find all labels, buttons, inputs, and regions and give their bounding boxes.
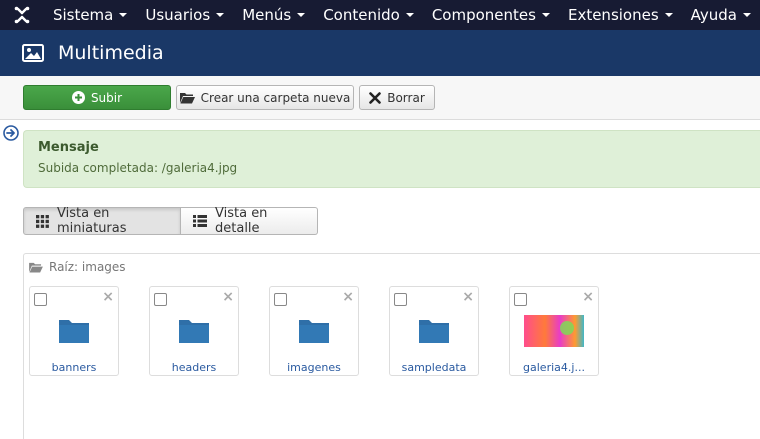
media-item-label[interactable]: banners (30, 361, 118, 374)
main-menu: Sistema Usuarios Menús Contenido Compone… (44, 0, 760, 30)
folder-icon[interactable] (390, 311, 478, 351)
close-icon (369, 91, 382, 104)
media-browser: Raíz: images × banners × headers × image… (23, 253, 760, 439)
toolbar: Subir Crear una carpeta nueva Borrar (0, 76, 760, 120)
delete-icon[interactable]: × (462, 290, 474, 304)
thumbnail-view-button[interactable]: Vista en miniaturas (23, 206, 181, 236)
menu-extensiones[interactable]: Extensiones (559, 0, 682, 30)
delete-icon[interactable]: × (102, 290, 114, 304)
select-checkbox[interactable] (394, 293, 407, 306)
folder-icon[interactable] (270, 311, 358, 351)
menu-sistema[interactable]: Sistema (44, 0, 136, 30)
message-text: Subida completada: /galeria4.jpg (38, 161, 238, 175)
media-item-label[interactable]: headers (150, 361, 238, 374)
media-item[interactable]: × imagenes (269, 286, 359, 376)
breadcrumb: Raíz: images (29, 260, 126, 274)
page-title: Multimedia (58, 42, 164, 64)
caret-down-icon (664, 13, 673, 17)
folder-open-icon (29, 262, 43, 273)
image-preview (524, 315, 584, 347)
image-thumbnail[interactable] (510, 311, 598, 351)
top-navbar: Sistema Usuarios Menús Contenido Compone… (0, 0, 760, 30)
media-item-label[interactable]: imagenes (270, 361, 358, 374)
folder-icon[interactable] (30, 311, 118, 351)
menu-componentes[interactable]: Componentes (423, 0, 559, 30)
caret-down-icon (743, 13, 751, 17)
detail-view-button[interactable]: Vista en detalle (181, 206, 318, 236)
menu-ayuda[interactable]: Ayuda (682, 0, 760, 30)
sidebar-toggle-icon[interactable] (3, 125, 19, 141)
delete-button[interactable]: Borrar (359, 85, 435, 110)
media-item[interactable]: × galeria4.j... (509, 286, 599, 376)
message-heading: Mensaje (38, 140, 99, 155)
select-checkbox[interactable] (274, 293, 287, 306)
list-icon (193, 215, 207, 227)
plus-circle-icon (71, 91, 85, 104)
grid-icon (36, 214, 49, 228)
media-item[interactable]: × headers (149, 286, 239, 376)
menu-usuarios[interactable]: Usuarios (136, 0, 233, 30)
menu-menus[interactable]: Menús (233, 0, 314, 30)
image-icon (22, 44, 44, 62)
caret-down-icon (297, 13, 306, 17)
media-item-label[interactable]: galeria4.j... (510, 361, 598, 374)
caret-down-icon (216, 13, 225, 17)
select-checkbox[interactable] (514, 293, 527, 306)
delete-icon[interactable]: × (222, 290, 234, 304)
new-folder-button[interactable]: Crear una carpeta nueva (176, 85, 354, 110)
view-switcher: Vista en miniaturas Vista en detalle (23, 206, 318, 236)
success-message: Mensaje Subida completada: /galeria4.jpg (23, 130, 760, 188)
media-item[interactable]: × sampledata (389, 286, 479, 376)
select-checkbox[interactable] (154, 293, 167, 306)
media-item[interactable]: × banners (29, 286, 119, 376)
caret-down-icon (541, 13, 550, 17)
joomla-logo-icon[interactable] (0, 0, 44, 30)
folder-open-icon (179, 92, 195, 104)
media-tiles: × banners × headers × imagenes × sampled… (29, 286, 629, 376)
delete-icon[interactable]: × (582, 290, 594, 304)
upload-button[interactable]: Subir (23, 85, 171, 110)
delete-icon[interactable]: × (342, 290, 354, 304)
select-checkbox[interactable] (34, 293, 47, 306)
page-header: Multimedia (0, 30, 760, 76)
menu-contenido[interactable]: Contenido (314, 0, 423, 30)
media-item-label[interactable]: sampledata (390, 361, 478, 374)
folder-icon[interactable] (150, 311, 238, 351)
caret-down-icon (119, 13, 128, 17)
caret-down-icon (405, 13, 414, 17)
